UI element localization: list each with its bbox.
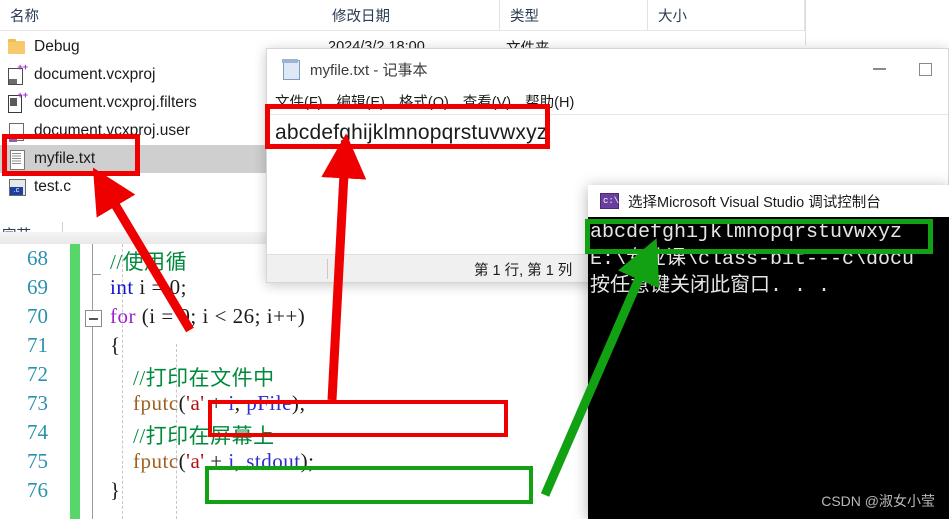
line-number: 73 <box>27 391 48 415</box>
console-window[interactable]: 选择Microsoft Visual Studio 调试控制台 abcdefgh… <box>588 185 949 519</box>
outline-column <box>92 244 93 519</box>
notepad-title: myfile.txt - 记事本 <box>310 61 428 79</box>
console-line: abcdefghijklmnopqrstuvwxyz <box>590 221 903 244</box>
code-line[interactable]: //打印在文件中 <box>110 362 275 392</box>
console-output-area[interactable]: abcdefghijklmnopqrstuvwxyz E:\专业课\class-… <box>588 217 949 519</box>
menu-item-format[interactable]: 格式(O) <box>399 91 449 112</box>
code-line[interactable]: } <box>110 478 121 503</box>
c-source-file-icon <box>6 176 28 198</box>
code-line[interactable]: //打印在屏幕上 <box>110 420 275 450</box>
code-token: //打印在文件中 <box>110 366 275 390</box>
file-name: test.c <box>34 178 72 195</box>
code-token: fputc <box>133 391 179 415</box>
line-number: 71 <box>27 333 48 357</box>
editor-gutter: 68 69 70 71 72 73 74 75 76 <box>0 244 56 519</box>
code-token: //打印在屏幕上 <box>110 424 275 448</box>
code-token: + <box>204 391 229 415</box>
code-line[interactable]: { <box>110 333 121 358</box>
code-token: , <box>234 391 247 415</box>
fold-collapse-icon[interactable] <box>85 310 102 327</box>
minimize-icon <box>872 68 886 70</box>
code-line[interactable]: for (i = 0; i < 26; i++) <box>110 304 305 329</box>
code-token: 'a' <box>186 449 205 473</box>
code-editor[interactable]: 68 69 70 71 72 73 74 75 76 //使用循 int i = 0; for (i… <box>0 244 590 519</box>
console-icon <box>600 193 619 209</box>
code-token: } <box>110 478 121 502</box>
screenshot-root: 名称 修改日期 类型 大小 Debug 2024/3/2 18:00 文件夹 d… <box>0 0 949 519</box>
notepad-title-bar[interactable]: myfile.txt - 记事本 <box>267 49 948 89</box>
folder-icon <box>6 36 28 58</box>
vcxproj-filters-file-icon <box>6 91 28 114</box>
line-number: 70 <box>27 304 48 328</box>
column-header-row: 名称 修改日期 类型 大小 <box>0 0 805 31</box>
code-line[interactable]: fputc('a' + i, stdout); <box>110 449 314 474</box>
line-number: 76 <box>27 478 48 502</box>
file-name: document.vcxproj.filters <box>34 94 197 111</box>
console-line: E:\专业课\class-bit---c\docu <box>590 248 915 271</box>
file-name: myfile.txt <box>34 150 96 167</box>
line-number: 75 <box>27 449 48 473</box>
change-bar <box>70 244 80 519</box>
fold-tick <box>92 274 101 275</box>
header-divider <box>0 30 805 31</box>
code-line[interactable]: fputc('a' + i, pFile); <box>110 391 306 416</box>
code-token: //使用循 <box>110 250 188 274</box>
menu-item-view[interactable]: 查看(V) <box>463 91 511 112</box>
code-token: (i = 0; i < 26; i++) <box>136 304 306 328</box>
menu-item-help[interactable]: 帮助(H) <box>525 91 574 112</box>
code-token: fputc <box>133 449 179 473</box>
window-controls <box>856 49 948 89</box>
status-divider <box>327 259 328 279</box>
console-title: 选择Microsoft Visual Studio 调试控制台 <box>628 194 881 211</box>
code-token: 'a' <box>186 391 205 415</box>
line-number: 68 <box>27 246 48 270</box>
notepad-icon <box>281 59 301 80</box>
column-header-name[interactable]: 名称 <box>0 0 322 31</box>
column-header-size[interactable]: 大小 <box>648 0 805 31</box>
file-name: document.vcxproj <box>34 66 156 83</box>
code-token: + <box>204 449 229 473</box>
cursor-position: 第 1 行, 第 1 列 <box>474 263 573 279</box>
menu-item-edit[interactable]: 编辑(E) <box>337 91 385 112</box>
code-line[interactable]: int i = 0; <box>110 275 187 300</box>
line-number: 72 <box>27 362 48 386</box>
vcxproj-file-icon <box>6 63 28 86</box>
code-line[interactable]: //使用循 <box>110 246 187 276</box>
code-token: stdout <box>246 449 301 473</box>
notepad-menu-bar: 文件(F) 编辑(E) 格式(O) 查看(V) 帮助(H) <box>267 89 948 115</box>
line-number: 74 <box>27 420 48 444</box>
code-token: ); <box>300 449 315 473</box>
code-token: ); <box>291 391 306 415</box>
code-token: int <box>110 275 134 299</box>
console-title-bar[interactable]: 选择Microsoft Visual Studio 调试控制台 <box>588 185 949 217</box>
code-token: , <box>234 449 247 473</box>
column-header-date[interactable]: 修改日期 <box>322 0 500 31</box>
code-token: { <box>110 333 121 357</box>
file-name: Debug <box>34 38 80 55</box>
vcxproj-user-file-icon <box>6 120 28 142</box>
code-token: pFile <box>246 391 292 415</box>
menu-item-file[interactable]: 文件(F) <box>275 91 323 112</box>
file-name: document.vcxproj.user <box>34 122 190 139</box>
explorer-right-edge <box>805 0 806 45</box>
maximize-button[interactable] <box>902 49 948 89</box>
code-token: for <box>110 304 136 328</box>
code-token: i = 0; <box>133 275 187 299</box>
notepad-content: abcdefghijklmnopqrstuvwxyz <box>275 121 548 144</box>
text-file-icon <box>6 148 28 170</box>
maximize-icon <box>918 62 932 76</box>
console-line: 按任意键关闭此窗口. . . <box>590 275 831 298</box>
line-number: 69 <box>27 275 48 299</box>
minimize-button[interactable] <box>856 49 902 89</box>
column-header-type[interactable]: 类型 <box>500 0 648 31</box>
watermark: CSDN @淑女小莹 <box>821 493 935 509</box>
